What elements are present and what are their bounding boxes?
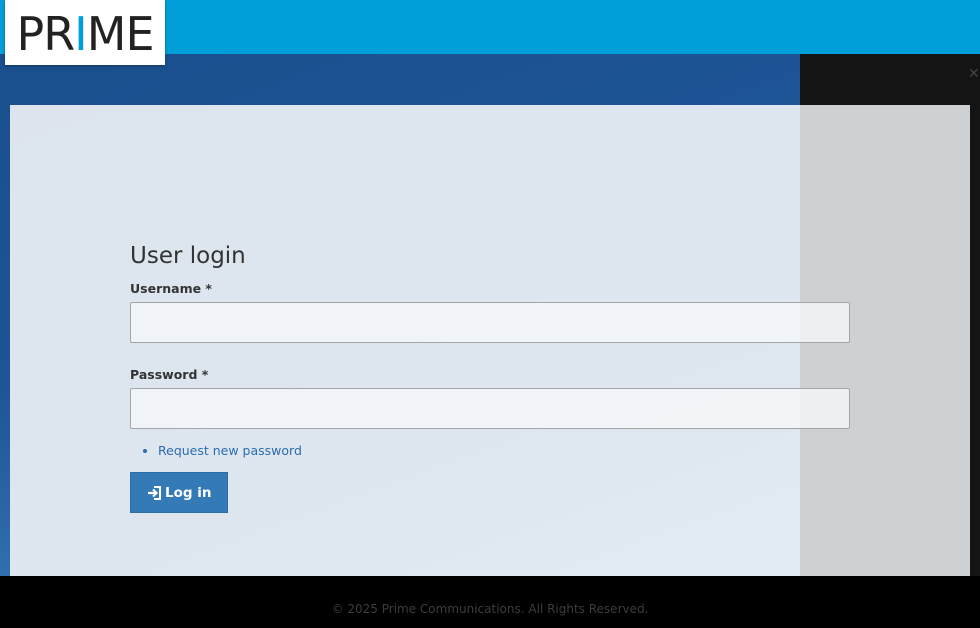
- copyright-text: © 2025 Prime Communications. All Rights …: [331, 602, 649, 616]
- password-input[interactable]: [130, 388, 850, 429]
- logo[interactable]: PRIME: [5, 0, 165, 65]
- page: PRIME ✕ User login Username * Password *…: [0, 0, 980, 628]
- sign-in-icon: [147, 485, 162, 500]
- footer: © 2025 Prime Communications. All Rights …: [0, 576, 980, 628]
- request-new-password-link[interactable]: Request new password: [158, 443, 302, 458]
- close-icon[interactable]: ✕: [968, 66, 980, 82]
- logo-text: PRIME: [16, 6, 154, 61]
- username-input[interactable]: [130, 302, 850, 343]
- password-label: Password *: [130, 367, 209, 382]
- username-label: Username *: [130, 281, 212, 296]
- content-panel: User login Username * Password * Request…: [10, 105, 970, 576]
- login-links: Request new password: [130, 443, 850, 458]
- list-item: Request new password: [158, 443, 850, 458]
- login-button-label: Log in: [165, 484, 212, 501]
- login-form: User login Username * Password * Request…: [130, 243, 850, 513]
- page-title: User login: [130, 243, 246, 269]
- login-button[interactable]: Log in: [130, 472, 229, 513]
